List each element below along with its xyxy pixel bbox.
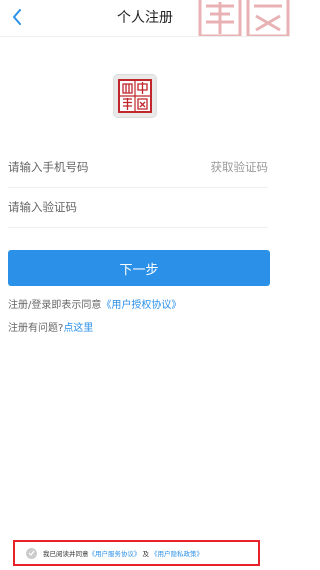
agreement-bar: 我已阅读并同意 《用户服务协议》 及 《用户隐私政策》 [13, 540, 260, 566]
next-step-button[interactable]: 下一步 [8, 250, 270, 286]
get-code-button[interactable]: 获取验证码 [211, 147, 269, 187]
service-agreement-link[interactable]: 《用户服务协议》 [89, 548, 141, 558]
seal-watermark-icon [198, 0, 290, 36]
seal-logo-icon [118, 79, 152, 113]
help-text: 注册有问题? [8, 323, 64, 334]
agreement-checkbox[interactable] [26, 547, 37, 559]
verification-code-input[interactable] [8, 187, 198, 227]
phone-field-row: 获取验证码 [8, 147, 268, 188]
code-field-row [8, 187, 268, 228]
privacy-policy-link[interactable]: 《用户隐私政策》 [151, 548, 203, 558]
help-line: 注册有问题?点这里 [8, 319, 93, 334]
nav-bar: 个人注册 [0, 0, 290, 37]
app-logo [113, 74, 157, 118]
user-authorization-link[interactable]: 《用户授权协议》 [101, 300, 181, 311]
terms-text: 注册/登录即表示同意 [8, 300, 102, 311]
agreement-joiner: 及 [142, 550, 150, 558]
check-circle-icon [28, 550, 35, 556]
agreement-text: 我已阅读并同意 [43, 550, 89, 558]
help-link[interactable]: 点这里 [63, 323, 93, 334]
terms-line: 注册/登录即表示同意《用户授权协议》 [8, 296, 181, 311]
phone-input[interactable] [8, 147, 198, 187]
